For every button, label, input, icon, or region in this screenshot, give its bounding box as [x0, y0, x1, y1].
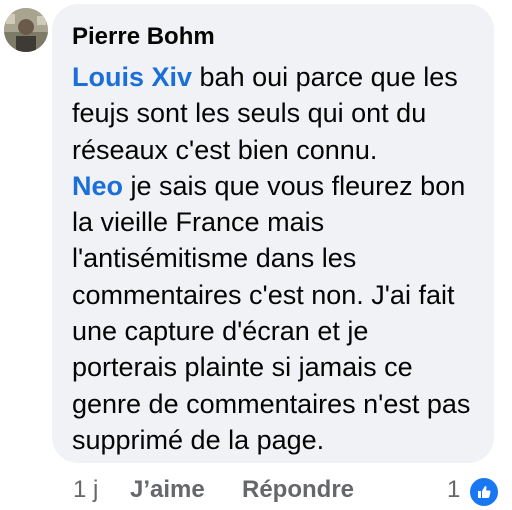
comment-author[interactable]: Pierre Bohm — [72, 22, 476, 52]
mention-link[interactable]: Louis Xiv — [72, 62, 192, 92]
reply-button[interactable]: Répondre — [242, 474, 354, 506]
avatar[interactable] — [4, 8, 48, 52]
comment-paragraph: Neo je sais que vous fleurez bon la viei… — [72, 168, 476, 458]
comment-timestamp[interactable]: 1 j — [73, 474, 98, 506]
comment-bubble: Pierre Bohm Louis Xiv bah oui parce que … — [52, 4, 494, 463]
mention-link[interactable]: Neo — [72, 171, 123, 201]
paragraph-text: je sais que vous fleurez bon la vieille … — [72, 170, 471, 455]
comment-text: Louis Xiv bah oui parce que les feujs so… — [72, 59, 476, 458]
comment-paragraph: Louis Xiv bah oui parce que les feujs so… — [72, 59, 476, 168]
reaction-count[interactable]: 1 — [447, 474, 460, 506]
thumbs-up-icon[interactable] — [468, 476, 500, 508]
comment-actions: 1 j J’aime Répondre 1 — [0, 474, 512, 508]
like-button[interactable]: J’aime — [130, 474, 205, 506]
